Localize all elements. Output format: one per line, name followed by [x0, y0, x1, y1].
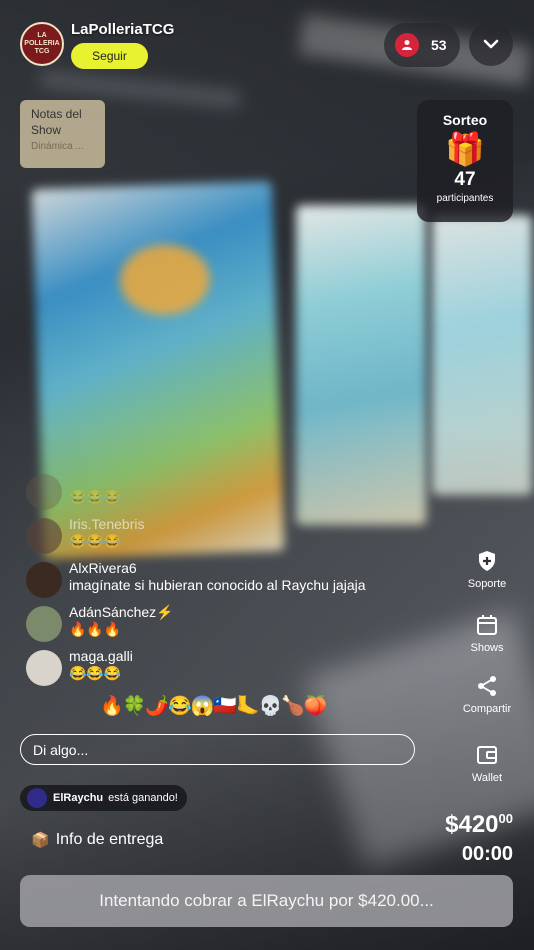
- follow-button[interactable]: Seguir: [71, 43, 148, 69]
- show-notes-subtitle: Dinámica ...: [31, 141, 84, 152]
- host-avatar[interactable]: LA POLLERIA TCG: [20, 22, 64, 66]
- chat-username[interactable]: maga.galli: [69, 648, 133, 664]
- winner-badge: ElRaychu está ganando!: [20, 785, 187, 811]
- chat-text: 🔥🔥🔥: [69, 621, 122, 637]
- collapse-button[interactable]: [469, 22, 513, 66]
- calendar-icon: [460, 612, 514, 638]
- share-icon: [460, 673, 514, 699]
- chat-username[interactable]: AdánSánchez⚡: [69, 604, 174, 621]
- chat-username[interactable]: AlxRivera6: [69, 560, 137, 576]
- raffle-card[interactable]: Sorteo 🎁 47 participantes: [417, 100, 513, 222]
- chat-avatar[interactable]: [26, 606, 62, 642]
- gift-icon: 🎁: [445, 131, 485, 167]
- price-main: $420: [445, 811, 499, 838]
- support-button[interactable]: Soporte: [460, 548, 514, 590]
- chat-avatar[interactable]: [26, 562, 62, 598]
- chat-text: 😂😂😂: [69, 665, 122, 681]
- wallet-label: Wallet: [471, 772, 503, 784]
- share-button[interactable]: Compartir: [460, 673, 514, 715]
- viewer-icon: [395, 33, 419, 57]
- raffle-participant-label: participantes: [436, 193, 494, 204]
- shield-plus-icon: [460, 548, 514, 574]
- winner-avatar: [27, 788, 47, 808]
- chat-text: 😂😂😂: [69, 533, 122, 549]
- wallet-button[interactable]: Wallet: [460, 742, 514, 784]
- current-price: $42000: [445, 811, 513, 839]
- show-notes-title: Notas del Show: [31, 107, 82, 137]
- payment-status-bar[interactable]: Intentando cobrar a ElRaychu por $420.00…: [20, 875, 513, 927]
- shows-button[interactable]: Shows: [460, 612, 514, 654]
- chevron-down-icon: [483, 39, 499, 49]
- chat-input[interactable]: [20, 734, 415, 765]
- chat-avatar[interactable]: [26, 518, 62, 554]
- wallet-icon: [460, 742, 514, 768]
- auction-timer: 00:00: [461, 843, 513, 865]
- package-icon: 📦: [31, 832, 50, 849]
- raffle-title: Sorteo: [442, 112, 488, 128]
- support-label: Soporte: [467, 578, 507, 590]
- chat-avatar[interactable]: [26, 474, 62, 510]
- reaction-bar[interactable]: 🔥🍀🌶️😂😱🇨🇱🦶💀🍗🍑: [100, 694, 328, 718]
- raffle-participant-count: 47: [454, 169, 476, 190]
- winner-status: está ganando!: [108, 792, 178, 804]
- price-cents: 00: [498, 811, 513, 826]
- viewer-count: 53: [431, 37, 447, 53]
- share-label: Compartir: [462, 703, 512, 715]
- chat-text: imagínate si hubieran conocido al Raychu…: [69, 577, 366, 593]
- host-avatar-logo-text: LA POLLERIA TCG: [24, 32, 60, 55]
- chat-avatar[interactable]: [26, 650, 62, 686]
- host-name[interactable]: LaPolleriaTCG: [71, 21, 174, 38]
- delivery-info-label: Info de entrega: [55, 831, 164, 848]
- delivery-info-link[interactable]: 📦 Info de entrega: [31, 831, 163, 849]
- viewer-count-pill[interactable]: 53: [384, 23, 460, 67]
- shows-label: Shows: [470, 642, 504, 654]
- show-notes-card[interactable]: Notas del Show Dinámica ...: [20, 100, 105, 168]
- chat-text: 😂😂😂: [69, 489, 122, 505]
- winner-name[interactable]: ElRaychu: [53, 792, 103, 804]
- chat-username[interactable]: Iris.Tenebris: [69, 516, 144, 532]
